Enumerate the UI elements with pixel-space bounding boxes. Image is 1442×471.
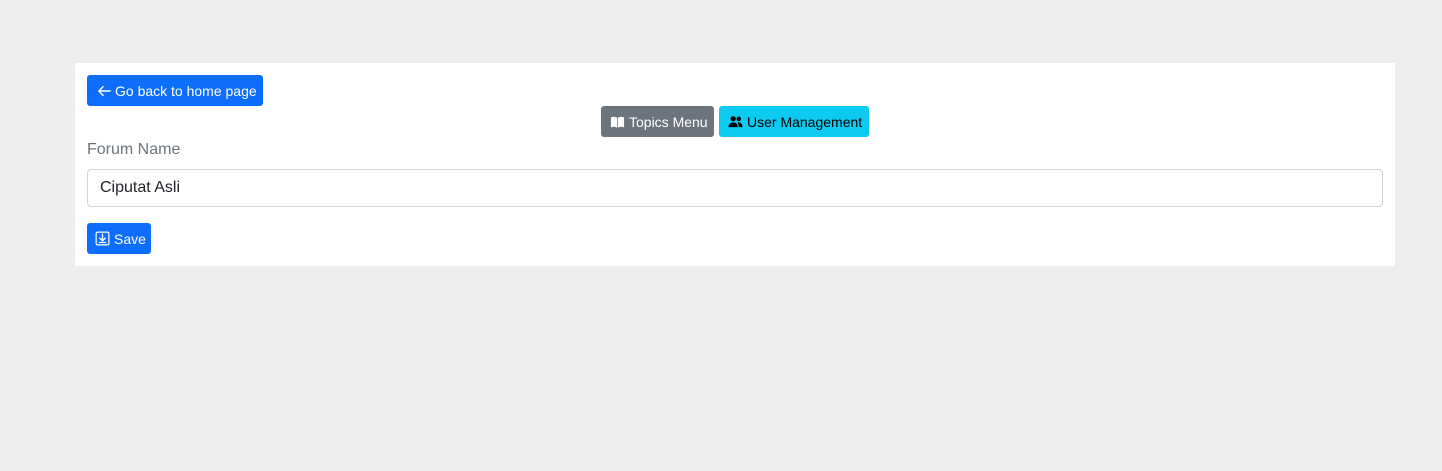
people-icon	[728, 115, 743, 128]
forum-name-input[interactable]	[87, 169, 1383, 207]
arrow-left-icon	[97, 84, 111, 98]
save-download-icon	[95, 231, 110, 246]
save-button[interactable]: Save	[87, 223, 151, 254]
user-management-button[interactable]: User Management	[719, 106, 869, 137]
book-icon	[610, 115, 625, 129]
forum-name-label: Forum Name	[87, 141, 181, 158]
topics-menu-button[interactable]: Topics Menu	[601, 106, 714, 137]
go-back-home-label: Go back to home page	[115, 82, 257, 99]
save-label: Save	[114, 230, 146, 247]
forum-settings-panel: Go back to home page Topics Menu User Ma…	[75, 63, 1395, 266]
user-management-label: User Management	[747, 113, 863, 130]
go-back-home-button[interactable]: Go back to home page	[87, 75, 263, 106]
topics-menu-label: Topics Menu	[629, 113, 708, 130]
